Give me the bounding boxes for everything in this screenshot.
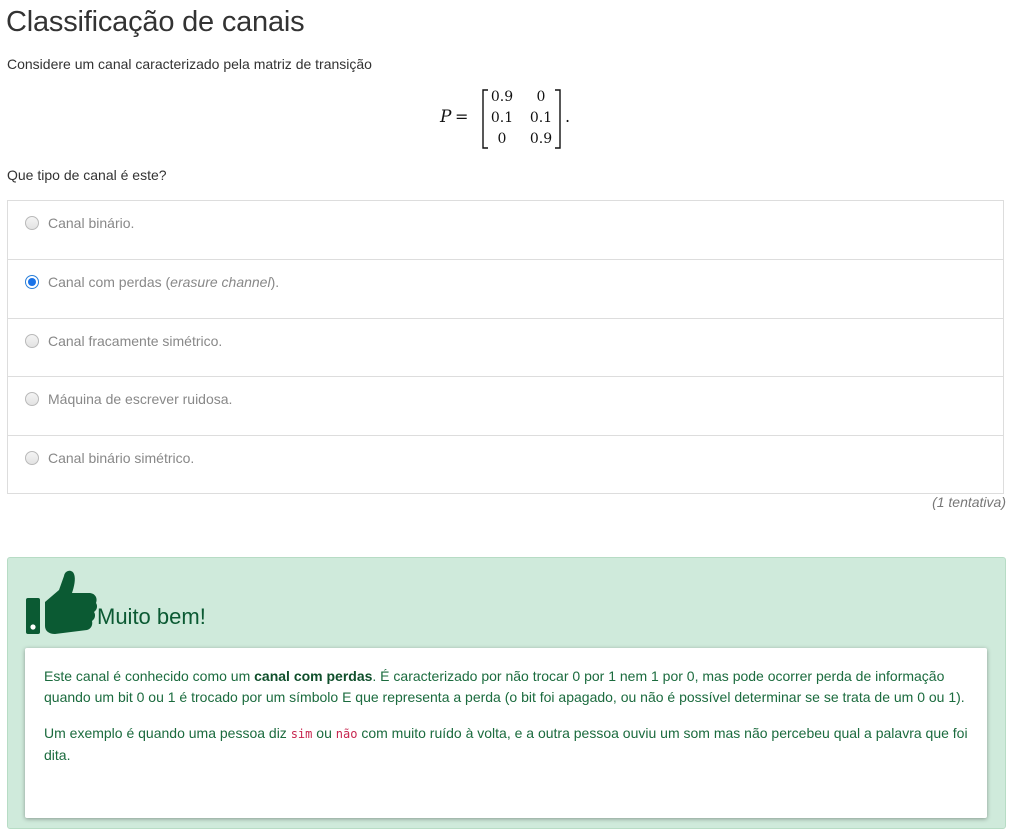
radio-button[interactable] [25, 216, 39, 230]
radio-button[interactable] [25, 450, 39, 465]
option-canal-binario-simetrico[interactable]: Canal binário simétrico. [8, 434, 1003, 493]
radio-button-selected[interactable] [25, 275, 39, 290]
matrix-cell: 0.1 [529, 110, 553, 126]
transition-matrix-formula: P = 0.9 0 0.1 0.1 0 0.9 . [440, 87, 580, 151]
option-label-suffix: ). [270, 274, 280, 291]
matrix-cell: 0 [536, 89, 546, 105]
option-canal-fracamente-simetrico[interactable]: Canal fracamente simétrico. [8, 317, 1003, 376]
feedback-paragraph-1: Este canal é conhecido como um canal com… [44, 666, 968, 708]
option-canal-binario[interactable]: Canal binário. [8, 201, 1003, 259]
code-nao: não [335, 727, 358, 741]
feedback-title: Muito bem! [97, 604, 206, 629]
formula-period: . [565, 107, 571, 126]
question-text: Que tipo de canal é este? [7, 167, 167, 183]
answer-options: Canal binário. Canal com perdas (erasure… [7, 200, 1004, 494]
feedback-panel: Muito bem! Este canal é conhecido como u… [7, 557, 1006, 829]
matrix-cell: 0.9 [529, 131, 553, 147]
matrix-cell: 0.9 [490, 89, 514, 105]
matrix-cell: 0 [497, 131, 507, 147]
thumbs-up-icon [26, 570, 98, 634]
option-label[interactable]: Canal com perdas (erasure channel). [48, 273, 279, 291]
feedback-text: ou [312, 725, 336, 741]
option-canal-com-perdas[interactable]: Canal com perdas (erasure channel). [8, 259, 1003, 317]
option-maquina-escrever-ruidosa[interactable]: Máquina de escrever ruidosa. [8, 376, 1003, 434]
option-label-italic: erasure channel [170, 274, 271, 291]
feedback-paragraph-2: Um exemplo é quando uma pessoa diz sim o… [44, 723, 968, 766]
attempts-count: (1 tentativa) [932, 494, 1006, 510]
feedback-bold-term: canal com perdas [254, 668, 373, 684]
feedback-explanation: Este canal é conhecido como um canal com… [25, 648, 987, 818]
option-label[interactable]: Máquina de escrever ruidosa. [48, 390, 232, 408]
page-title: Classificação de canais [6, 6, 305, 38]
matrix-cell: 0.1 [490, 110, 514, 126]
intro-text: Considere um canal caracterizado pela ma… [7, 56, 372, 72]
radio-button[interactable] [25, 392, 39, 407]
option-label[interactable]: Canal fracamente simétrico. [48, 332, 222, 350]
option-label[interactable]: Canal binário. [48, 214, 134, 232]
radio-button[interactable] [25, 333, 39, 348]
code-sim: sim [290, 727, 313, 741]
option-label[interactable]: Canal binário simétrico. [48, 449, 194, 467]
feedback-text: Este canal é conhecido como um [44, 668, 255, 684]
feedback-text: Um exemplo é quando uma pessoa diz [44, 725, 291, 741]
option-label-prefix: Canal com perdas ( [48, 274, 171, 291]
